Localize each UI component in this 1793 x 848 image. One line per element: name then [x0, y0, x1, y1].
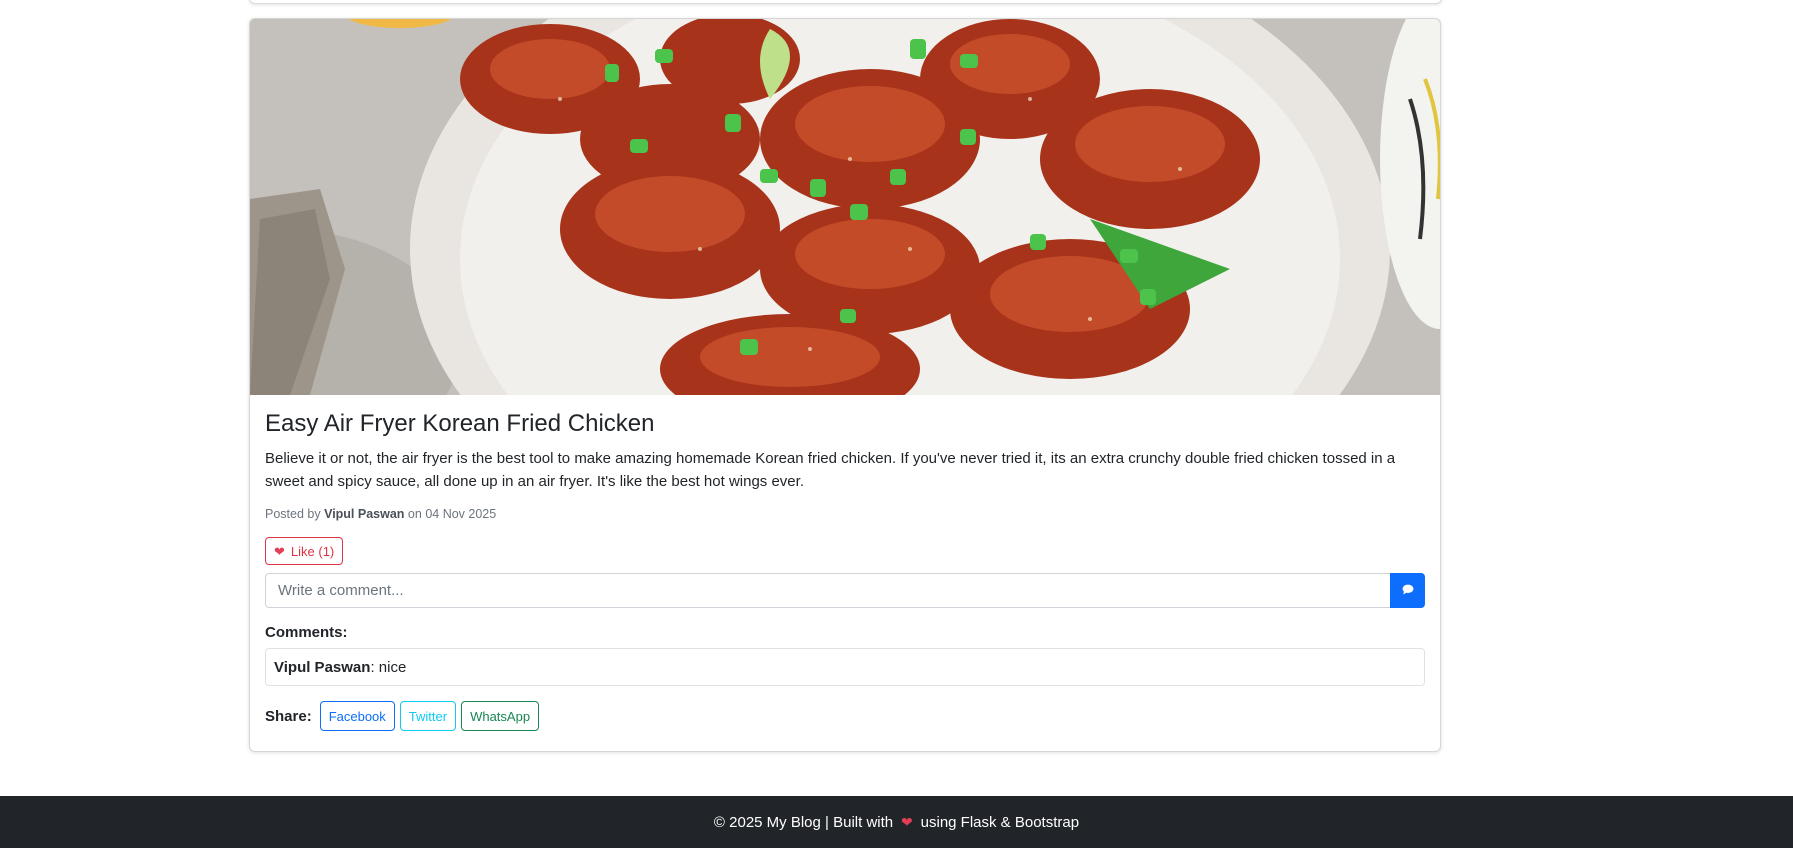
share-row: Share: Facebook Twitter WhatsApp: [265, 701, 1425, 731]
post-meta: Posted by Vipul Paswan on 04 Nov 2025: [265, 507, 1425, 521]
share-twitter-button[interactable]: Twitter: [399, 701, 457, 731]
post-image: [250, 19, 1440, 395]
footer-text-after: using Flask & Bootstrap: [920, 813, 1080, 831]
post-excerpt: Believe it or not, the air fryer is the …: [265, 450, 1396, 490]
heart-icon: ❤: [274, 543, 285, 559]
comments-heading: Comments:: [265, 624, 348, 641]
comment-submit-button[interactable]: [1390, 573, 1425, 608]
comment-input[interactable]: [265, 573, 1390, 608]
comment-text: nice: [374, 658, 407, 676]
meta-prefix: Posted by: [265, 507, 321, 521]
comment-form: [265, 573, 1425, 608]
comment-author: Vipul Paswan: [274, 658, 371, 676]
share-label: Share:: [265, 707, 312, 725]
footer-text-before: © 2025 My Blog | Built with: [713, 813, 894, 831]
post-title: Easy Air Fryer Korean Fried Chicken: [265, 410, 655, 437]
site-footer: © 2025 My Blog | Built with ❤ using Flas…: [0, 796, 1793, 848]
chat-bubble-icon: [1402, 583, 1414, 598]
post-author: Vipul Paswan: [324, 507, 405, 521]
share-facebook-button[interactable]: Facebook: [319, 701, 395, 731]
previous-post-card-edge: [249, 0, 1442, 4]
share-whatsapp-button[interactable]: WhatsApp: [461, 701, 540, 731]
meta-on: on: [407, 507, 422, 521]
post-date: 04 Nov 2025: [425, 507, 497, 521]
comment-item: Vipul Paswan: nice: [265, 648, 1425, 686]
post-card-body: Easy Air Fryer Korean Fried Chicken Beli…: [250, 409, 1440, 731]
post-card: Easy Air Fryer Korean Fried Chicken Beli…: [249, 18, 1441, 752]
like-button[interactable]: ❤ Like (1): [265, 537, 344, 565]
heart-icon: ❤: [897, 814, 917, 830]
like-label: Like (1): [290, 543, 335, 559]
